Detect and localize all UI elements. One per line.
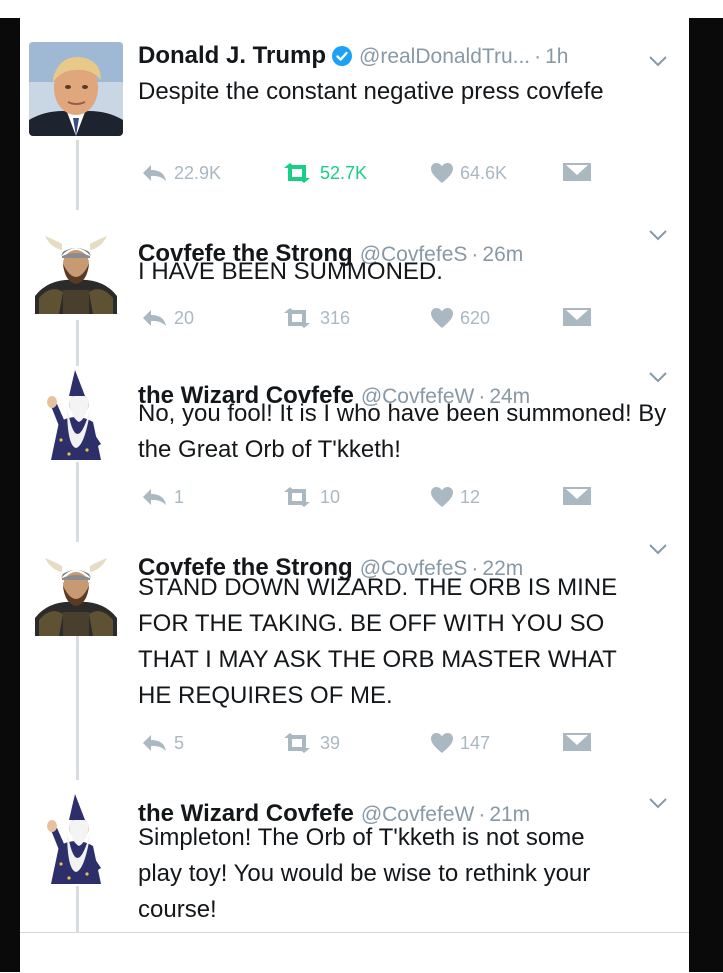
- reply-button[interactable]: 20: [140, 307, 194, 329]
- retweet-count: 39: [320, 732, 341, 753]
- handle[interactable]: @realDonaldTru...: [359, 45, 530, 69]
- thread-line: [76, 886, 79, 932]
- viking-icon: [29, 542, 123, 636]
- avatar[interactable]: [29, 366, 123, 460]
- retweet-count: 10: [320, 486, 341, 507]
- like-count: 12: [460, 486, 481, 507]
- viking-icon: [29, 220, 123, 314]
- wizard-icon: [29, 790, 123, 884]
- retweet-button[interactable]: 10: [280, 486, 340, 508]
- tweet-thread: Donald J. Trump @realDonaldTru... · 1h D…: [20, 20, 689, 932]
- direct-message-button[interactable]: [562, 486, 598, 506]
- like-count: 620: [460, 307, 491, 328]
- chevron-down-icon[interactable]: [647, 542, 669, 556]
- right-border: [689, 18, 723, 972]
- tweet-header: Donald J. Trump @realDonaldTru... · 1h: [138, 42, 568, 74]
- retweet-icon: [284, 308, 310, 328]
- retweet-count: 52.7K: [320, 162, 368, 183]
- tweet-text: Simpleton! The Orb of T'kketh is not som…: [138, 824, 591, 923]
- direct-message-button[interactable]: [562, 307, 598, 327]
- reply-count: 20: [174, 307, 195, 328]
- bottom-bar: [20, 932, 689, 973]
- like-button[interactable]: 64.6K: [430, 162, 507, 184]
- reply-icon: [143, 735, 166, 751]
- reply-count: 22.9K: [174, 162, 222, 183]
- retweet-icon: [284, 733, 310, 753]
- tweet-text: Despite the constant negative press covf…: [138, 78, 604, 105]
- avatar[interactable]: [29, 220, 123, 314]
- retweet-icon: [284, 487, 310, 507]
- verified-badge-icon: [332, 46, 353, 66]
- envelope-icon: [563, 163, 591, 181]
- retweet-button[interactable]: 52.7K: [280, 162, 367, 184]
- chevron-down-icon[interactable]: [647, 54, 669, 68]
- reply-icon: [143, 165, 166, 181]
- top-bar: [0, 0, 723, 22]
- retweet-icon: [284, 163, 310, 183]
- tweet-text: No, you fool! It is I who have been summ…: [138, 400, 667, 463]
- thread-line: [76, 140, 79, 210]
- reply-icon: [143, 489, 166, 505]
- reply-icon: [143, 310, 166, 326]
- left-border: [0, 18, 20, 972]
- avatar[interactable]: [29, 790, 123, 884]
- tweet-actions: 22.9K 52.7K 64.6K: [140, 162, 600, 192]
- tweet-actions: 5 39 147: [140, 732, 600, 762]
- display-name[interactable]: Donald J. Trump: [138, 42, 326, 70]
- tweet-text: I HAVE BEEN SUMMONED.: [138, 258, 443, 285]
- direct-message-button[interactable]: [562, 162, 598, 182]
- thread-line: [76, 620, 79, 780]
- reply-count: 1: [174, 486, 185, 507]
- envelope-icon: [563, 308, 591, 326]
- like-count: 64.6K: [460, 162, 508, 183]
- tweet-text: STAND DOWN WIZARD. THE ORB IS MINE FOR T…: [138, 574, 618, 709]
- tweet-actions: 1 10 12: [140, 486, 600, 516]
- reply-count: 5: [174, 732, 185, 753]
- heart-icon: [431, 487, 453, 507]
- heart-icon: [431, 163, 453, 183]
- separator-dot: ·: [534, 45, 542, 68]
- direct-message-button[interactable]: [562, 732, 598, 752]
- envelope-icon: [563, 733, 591, 751]
- timestamp[interactable]: 1h: [545, 45, 568, 69]
- heart-icon: [431, 733, 453, 753]
- like-button[interactable]: 12: [430, 486, 480, 508]
- reply-button[interactable]: 22.9K: [140, 162, 221, 184]
- heart-icon: [431, 308, 453, 328]
- retweet-button[interactable]: 39: [280, 732, 340, 754]
- retweet-button[interactable]: 316: [280, 307, 350, 329]
- like-count: 147: [460, 732, 491, 753]
- thread-line: [76, 462, 79, 542]
- reply-button[interactable]: 5: [140, 732, 184, 754]
- retweet-count: 316: [320, 307, 351, 328]
- chevron-down-icon[interactable]: [647, 796, 669, 810]
- envelope-icon: [563, 487, 591, 505]
- like-button[interactable]: 147: [430, 732, 490, 754]
- wizard-icon: [29, 366, 123, 460]
- avatar[interactable]: [29, 42, 123, 136]
- tweet-actions: 20 316 620: [140, 307, 600, 337]
- avatar[interactable]: [29, 542, 123, 636]
- thread-line: [76, 320, 79, 370]
- reply-button[interactable]: 1: [140, 486, 184, 508]
- chevron-down-icon[interactable]: [647, 370, 669, 384]
- like-button[interactable]: 620: [430, 307, 490, 329]
- chevron-down-icon[interactable]: [647, 228, 669, 242]
